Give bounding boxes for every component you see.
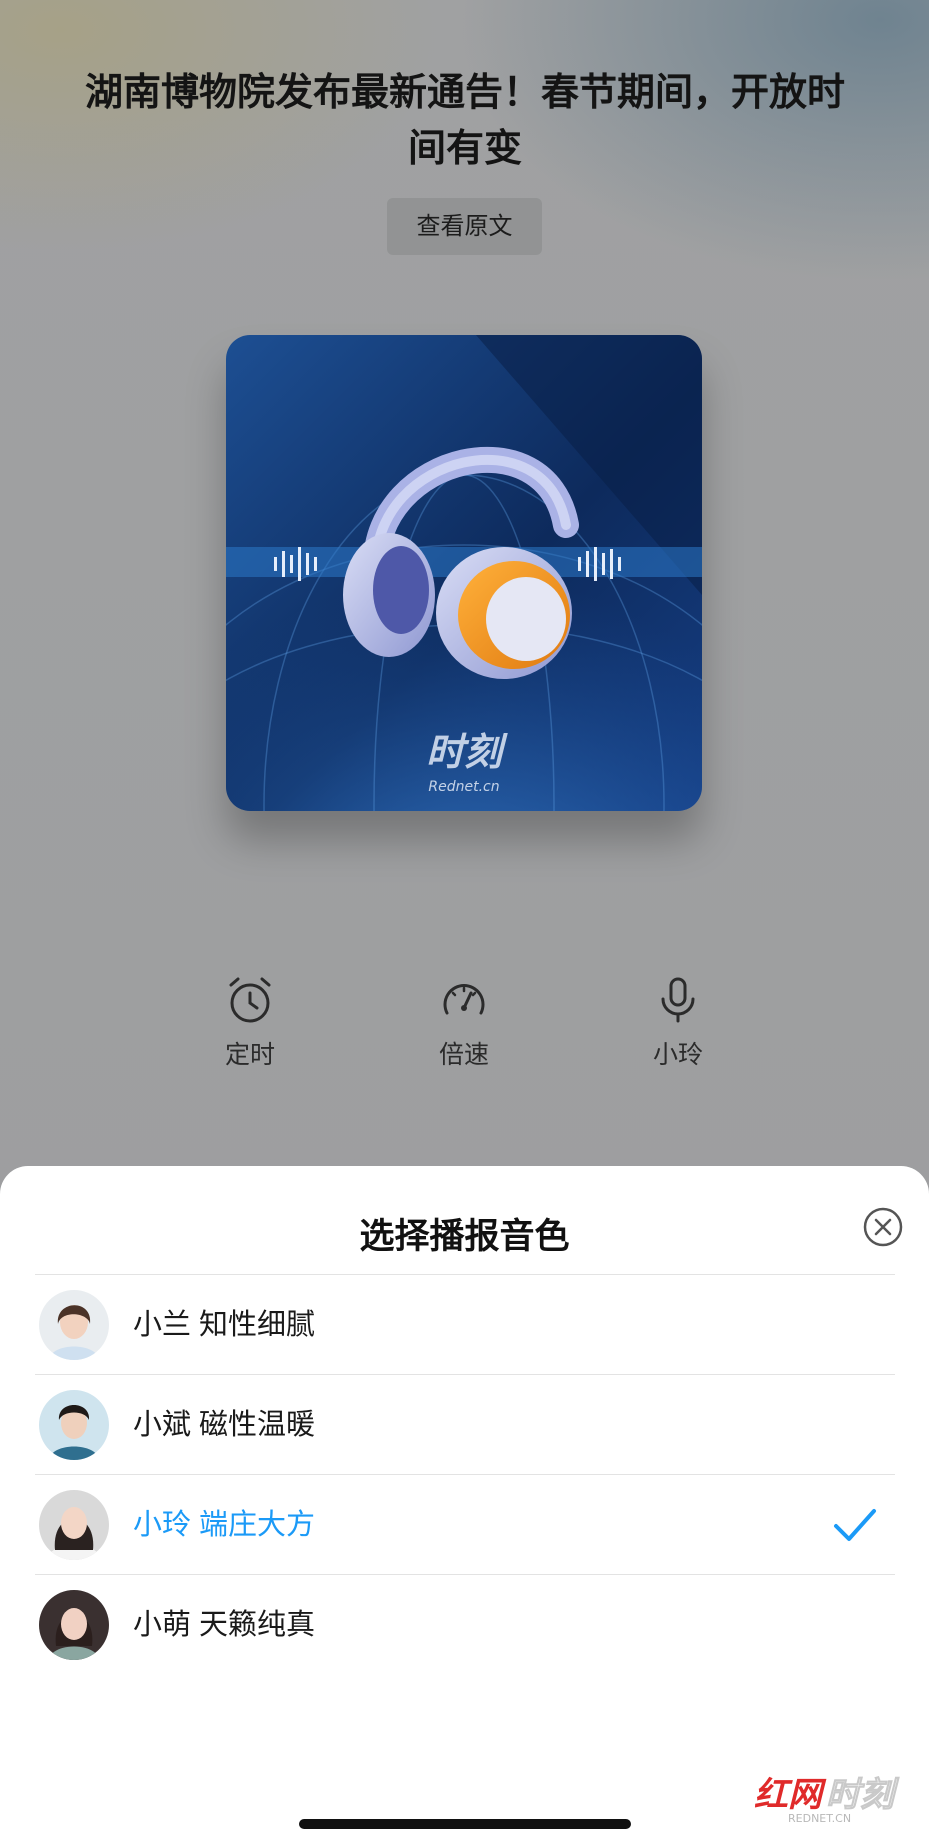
voice-picker-sheet: 选择播报音色 小兰 知性细腻 小斌 磁性温暖 小玲 端庄大方 小萌 天籁纯真 bbox=[0, 1166, 929, 1847]
svg-text:REDNET.CN: REDNET.CN bbox=[788, 1812, 851, 1825]
speed-label: 倍速 bbox=[438, 1041, 489, 1069]
svg-text:时刻: 时刻 bbox=[426, 730, 508, 774]
album-cover: 时刻 Rednet.cn bbox=[226, 335, 702, 811]
avatar bbox=[39, 1390, 109, 1460]
voice-option-xiaobin[interactable]: 小斌 磁性温暖 bbox=[35, 1374, 895, 1474]
svg-text:Rednet.cn: Rednet.cn bbox=[428, 779, 499, 795]
voice-control[interactable]: 小玲 bbox=[618, 975, 738, 1071]
voice-label: 小萌 天籁纯真 bbox=[133, 1609, 316, 1641]
svg-text:红网: 红网 bbox=[754, 1775, 827, 1815]
player-controls: 定时 倍速 小玲 bbox=[0, 975, 929, 1075]
voice-option-xiaolan[interactable]: 小兰 知性细腻 bbox=[35, 1274, 895, 1374]
avatar bbox=[39, 1590, 109, 1660]
article-title: 湖南博物院发布最新通告！春节期间，开放时间有变 bbox=[84, 69, 845, 170]
voice-label: 小斌 磁性温暖 bbox=[133, 1409, 316, 1441]
speed-control[interactable]: 倍速 bbox=[404, 975, 524, 1071]
avatar bbox=[39, 1290, 109, 1360]
voice-label: 小玲 端庄大方 bbox=[133, 1509, 316, 1541]
voice-list: 小兰 知性细腻 小斌 磁性温暖 小玲 端庄大方 小萌 天籁纯真 bbox=[35, 1274, 895, 1674]
close-button[interactable] bbox=[863, 1207, 903, 1247]
voice-option-xiaoling[interactable]: 小玲 端庄大方 bbox=[35, 1474, 895, 1574]
voice-label: 小兰 知性细腻 bbox=[133, 1309, 316, 1341]
timer-control[interactable]: 定时 bbox=[190, 975, 310, 1071]
microphone-icon bbox=[661, 977, 695, 1023]
avatar bbox=[39, 1490, 109, 1560]
view-original-button[interactable]: 查看原文 bbox=[387, 198, 542, 255]
voice-label: 小玲 bbox=[652, 1041, 703, 1069]
headphones-cover-art: 时刻 Rednet.cn bbox=[226, 335, 702, 811]
speedometer-icon bbox=[443, 984, 485, 1015]
rednet-watermark-logo: 红网 时刻 REDNET.CN bbox=[752, 1768, 902, 1828]
alarm-clock-icon bbox=[229, 977, 271, 1023]
sheet-title: 选择播报音色 bbox=[359, 1216, 570, 1257]
svg-text:时刻: 时刻 bbox=[826, 1775, 900, 1815]
close-icon bbox=[863, 1207, 903, 1247]
home-indicator bbox=[299, 1819, 631, 1829]
timer-label: 定时 bbox=[224, 1041, 275, 1069]
voice-option-xiaomeng[interactable]: 小萌 天籁纯真 bbox=[35, 1574, 895, 1674]
checkmark-icon bbox=[834, 1509, 876, 1541]
